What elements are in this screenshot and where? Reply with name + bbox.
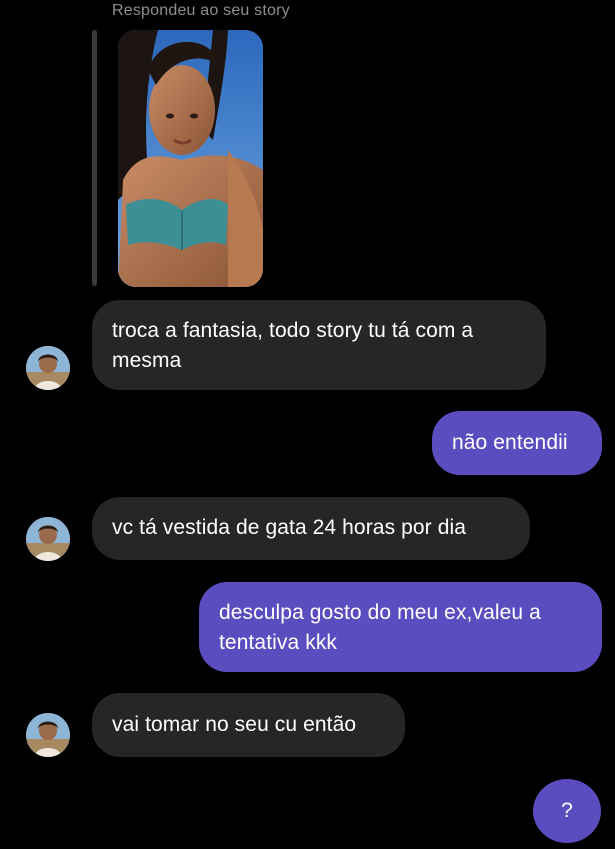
outgoing-question-bubble[interactable]: ? [533,779,601,843]
story-reply-indicator [92,30,97,286]
outgoing-message[interactable]: não entendii [432,411,602,475]
sender-avatar[interactable] [26,346,70,390]
incoming-message[interactable]: vai tomar no seu cu então [92,693,405,757]
avatar-photo [26,517,70,561]
avatar-photo [26,713,70,757]
sender-avatar[interactable] [26,713,70,757]
incoming-message[interactable]: vc tá vestida de gata 24 horas por dia [92,497,530,560]
story-photo-illustration [118,30,263,287]
outgoing-message[interactable]: desculpa gosto do meu ex,valeu a tentati… [199,582,602,672]
story-thumbnail[interactable] [118,30,263,287]
sender-avatar[interactable] [26,517,70,561]
story-reply-caption: Respondeu ao seu story [112,2,290,19]
chat-thread: Respondeu ao seu story troca a fantasia,… [0,0,615,849]
avatar-photo [26,346,70,390]
incoming-message[interactable]: troca a fantasia, todo story tu tá com a… [92,300,546,390]
